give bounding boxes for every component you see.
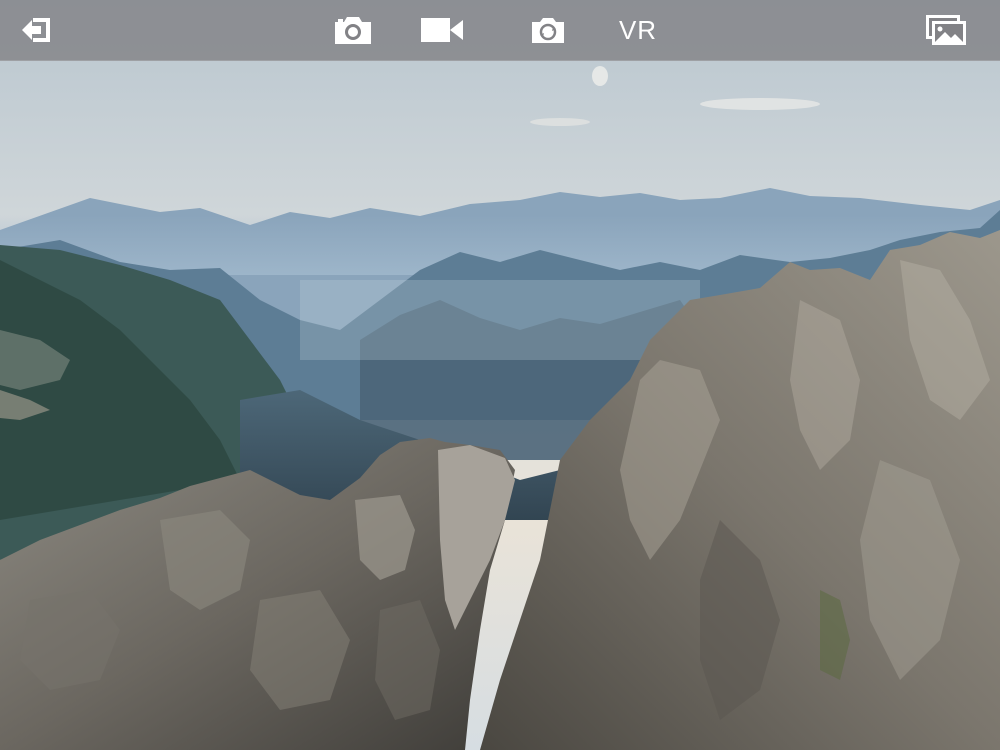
- switch-camera-icon: [532, 18, 564, 43]
- take-photo-button[interactable]: [332, 10, 374, 50]
- camera-icon: [335, 17, 371, 44]
- vr-label: VR: [618, 15, 658, 45]
- switch-camera-button[interactable]: [529, 10, 567, 50]
- exit-icon: [22, 18, 50, 42]
- camera-toolbar: VR: [0, 0, 1000, 61]
- exit-button[interactable]: [16, 10, 56, 50]
- record-video-button[interactable]: [419, 10, 465, 50]
- camera-preview: [0, 0, 1000, 750]
- vr-mode-button[interactable]: VR: [612, 10, 664, 50]
- gallery-button[interactable]: [924, 10, 968, 50]
- mountain-landscape-image: [0, 0, 1000, 750]
- video-camera-icon: [421, 18, 463, 42]
- gallery-icon: [926, 15, 966, 45]
